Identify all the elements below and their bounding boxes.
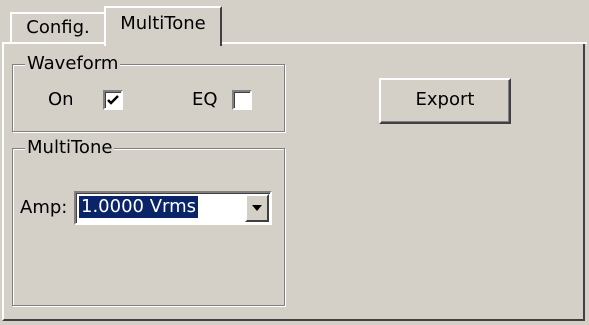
tab-divider xyxy=(2,42,587,44)
waveform-legend: Waveform xyxy=(25,53,121,74)
export-button-label: Export xyxy=(415,89,475,110)
tab-multitone[interactable]: MultiTone xyxy=(104,6,222,46)
amp-label: Amp: xyxy=(20,197,68,218)
amp-dropdown-button[interactable] xyxy=(245,194,269,222)
amp-combobox[interactable]: 1.0000 Vrms xyxy=(74,191,272,225)
tab-strip: Config. MultiTone xyxy=(0,0,589,46)
export-button[interactable]: Export xyxy=(379,78,511,124)
on-checkbox[interactable] xyxy=(103,90,123,110)
on-label: On xyxy=(48,89,74,110)
multitone-legend: MultiTone xyxy=(25,137,115,158)
chevron-down-icon xyxy=(252,205,262,211)
tab-multitone-label: MultiTone xyxy=(120,13,206,34)
amp-value[interactable]: 1.0000 Vrms xyxy=(79,196,199,218)
eq-checkbox[interactable] xyxy=(232,90,252,110)
check-icon xyxy=(107,95,119,105)
multitone-group xyxy=(12,148,285,306)
eq-label: EQ xyxy=(192,89,218,110)
tab-config[interactable]: Config. xyxy=(10,12,106,44)
tab-config-label: Config. xyxy=(26,17,90,38)
